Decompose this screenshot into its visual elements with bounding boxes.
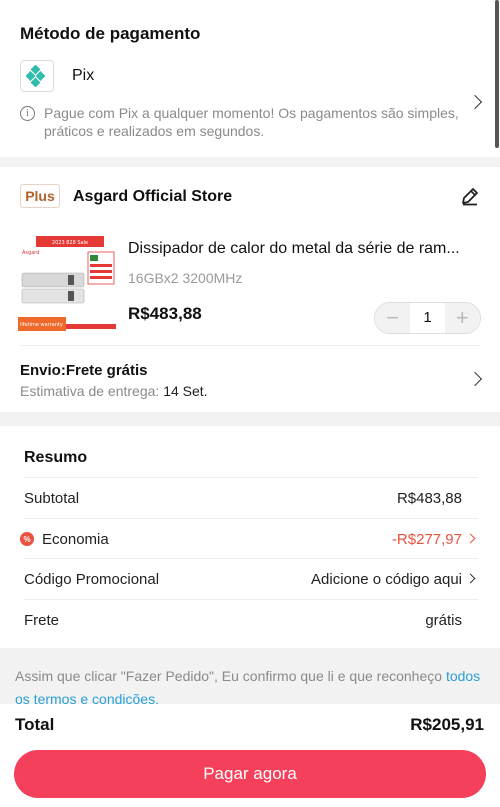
payment-option-pix[interactable]: Pix (20, 60, 94, 92)
thumb-banner-text: 2023 828 Sale (52, 240, 88, 246)
summary-label-wrap: % Economia (20, 531, 109, 548)
summary-label: Frete (24, 611, 60, 629)
total-label: Total (15, 715, 55, 734)
store-name[interactable]: Asgard Official Store (73, 188, 232, 206)
summary-row-frete: Frete grátis (24, 600, 478, 640)
product-variant: 16GBx2 3200MHz (128, 270, 243, 286)
payment-method-section: Método de pagamento Pix i Pague com Pix … (0, 0, 500, 157)
minus-icon: − (386, 305, 400, 330)
scrollbar[interactable] (495, 0, 499, 148)
summary-title: Resumo (24, 449, 88, 466)
chevron-right-icon[interactable] (467, 94, 483, 110)
plus-icon: + (455, 305, 469, 330)
increment-button[interactable]: + (444, 303, 480, 333)
divider (20, 345, 480, 346)
summary-row-economia[interactable]: % Economia -R$277,97 (20, 519, 478, 559)
shipping-estimate-date: 14 Set. (163, 383, 208, 399)
terms-statement: Assim que clicar "Fazer Pedido", Eu conf… (15, 668, 443, 684)
summary-value: R$483,88 (396, 489, 462, 507)
total-value: R$205,91 (410, 715, 484, 734)
info-icon: i (20, 106, 35, 121)
summary-label: Subtotal (24, 489, 80, 507)
shipping-estimate-label: Estimativa de entrega: (20, 383, 160, 399)
summary-row-subtotal: Subtotal R$483,88 (24, 478, 478, 518)
decrement-button[interactable]: − (375, 303, 411, 333)
summary-value: -R$277,97 (391, 530, 462, 548)
discount-icon: % (20, 532, 34, 546)
thumb-warranty-text: lifetime warranty (20, 322, 63, 328)
payment-method-label: Pix (72, 67, 95, 84)
quantity-value[interactable]: 1 (410, 303, 445, 333)
pix-icon (20, 60, 54, 92)
promo-code-link[interactable]: Adicione o código aqui (311, 571, 462, 588)
payment-info-text: Pague com Pix a qualquer momento! Os pag… (44, 105, 459, 139)
payment-method-title: Método de pagamento (20, 24, 201, 43)
quantity-stepper: − 1 + (374, 302, 481, 334)
pay-now-button[interactable]: Pagar agora (14, 750, 486, 798)
product-price: R$483,88 (128, 304, 202, 323)
summary-value: grátis (425, 611, 462, 629)
edit-icon[interactable] (460, 186, 480, 211)
payment-info[interactable]: i Pague com Pix a qualquer momento! Os p… (20, 104, 460, 140)
shipping-estimate: Estimativa de entrega: 14 Set. (20, 383, 208, 399)
product-thumbnail[interactable]: 2023 828 Sale Asgard lifetime warranty (18, 233, 118, 333)
summary-label: Economia (42, 530, 109, 548)
summary-row-promo-code[interactable]: Código Promocional Adicione o código aqu… (24, 559, 478, 599)
plus-badge: Plus (20, 184, 60, 208)
shipping-title: Envio:Frete grátis (20, 362, 148, 379)
thumb-brand-text: Asgard (22, 250, 39, 256)
summary-label: Código Promocional (24, 570, 160, 588)
product-title[interactable]: Dissipador de calor do metal da série de… (128, 240, 488, 258)
